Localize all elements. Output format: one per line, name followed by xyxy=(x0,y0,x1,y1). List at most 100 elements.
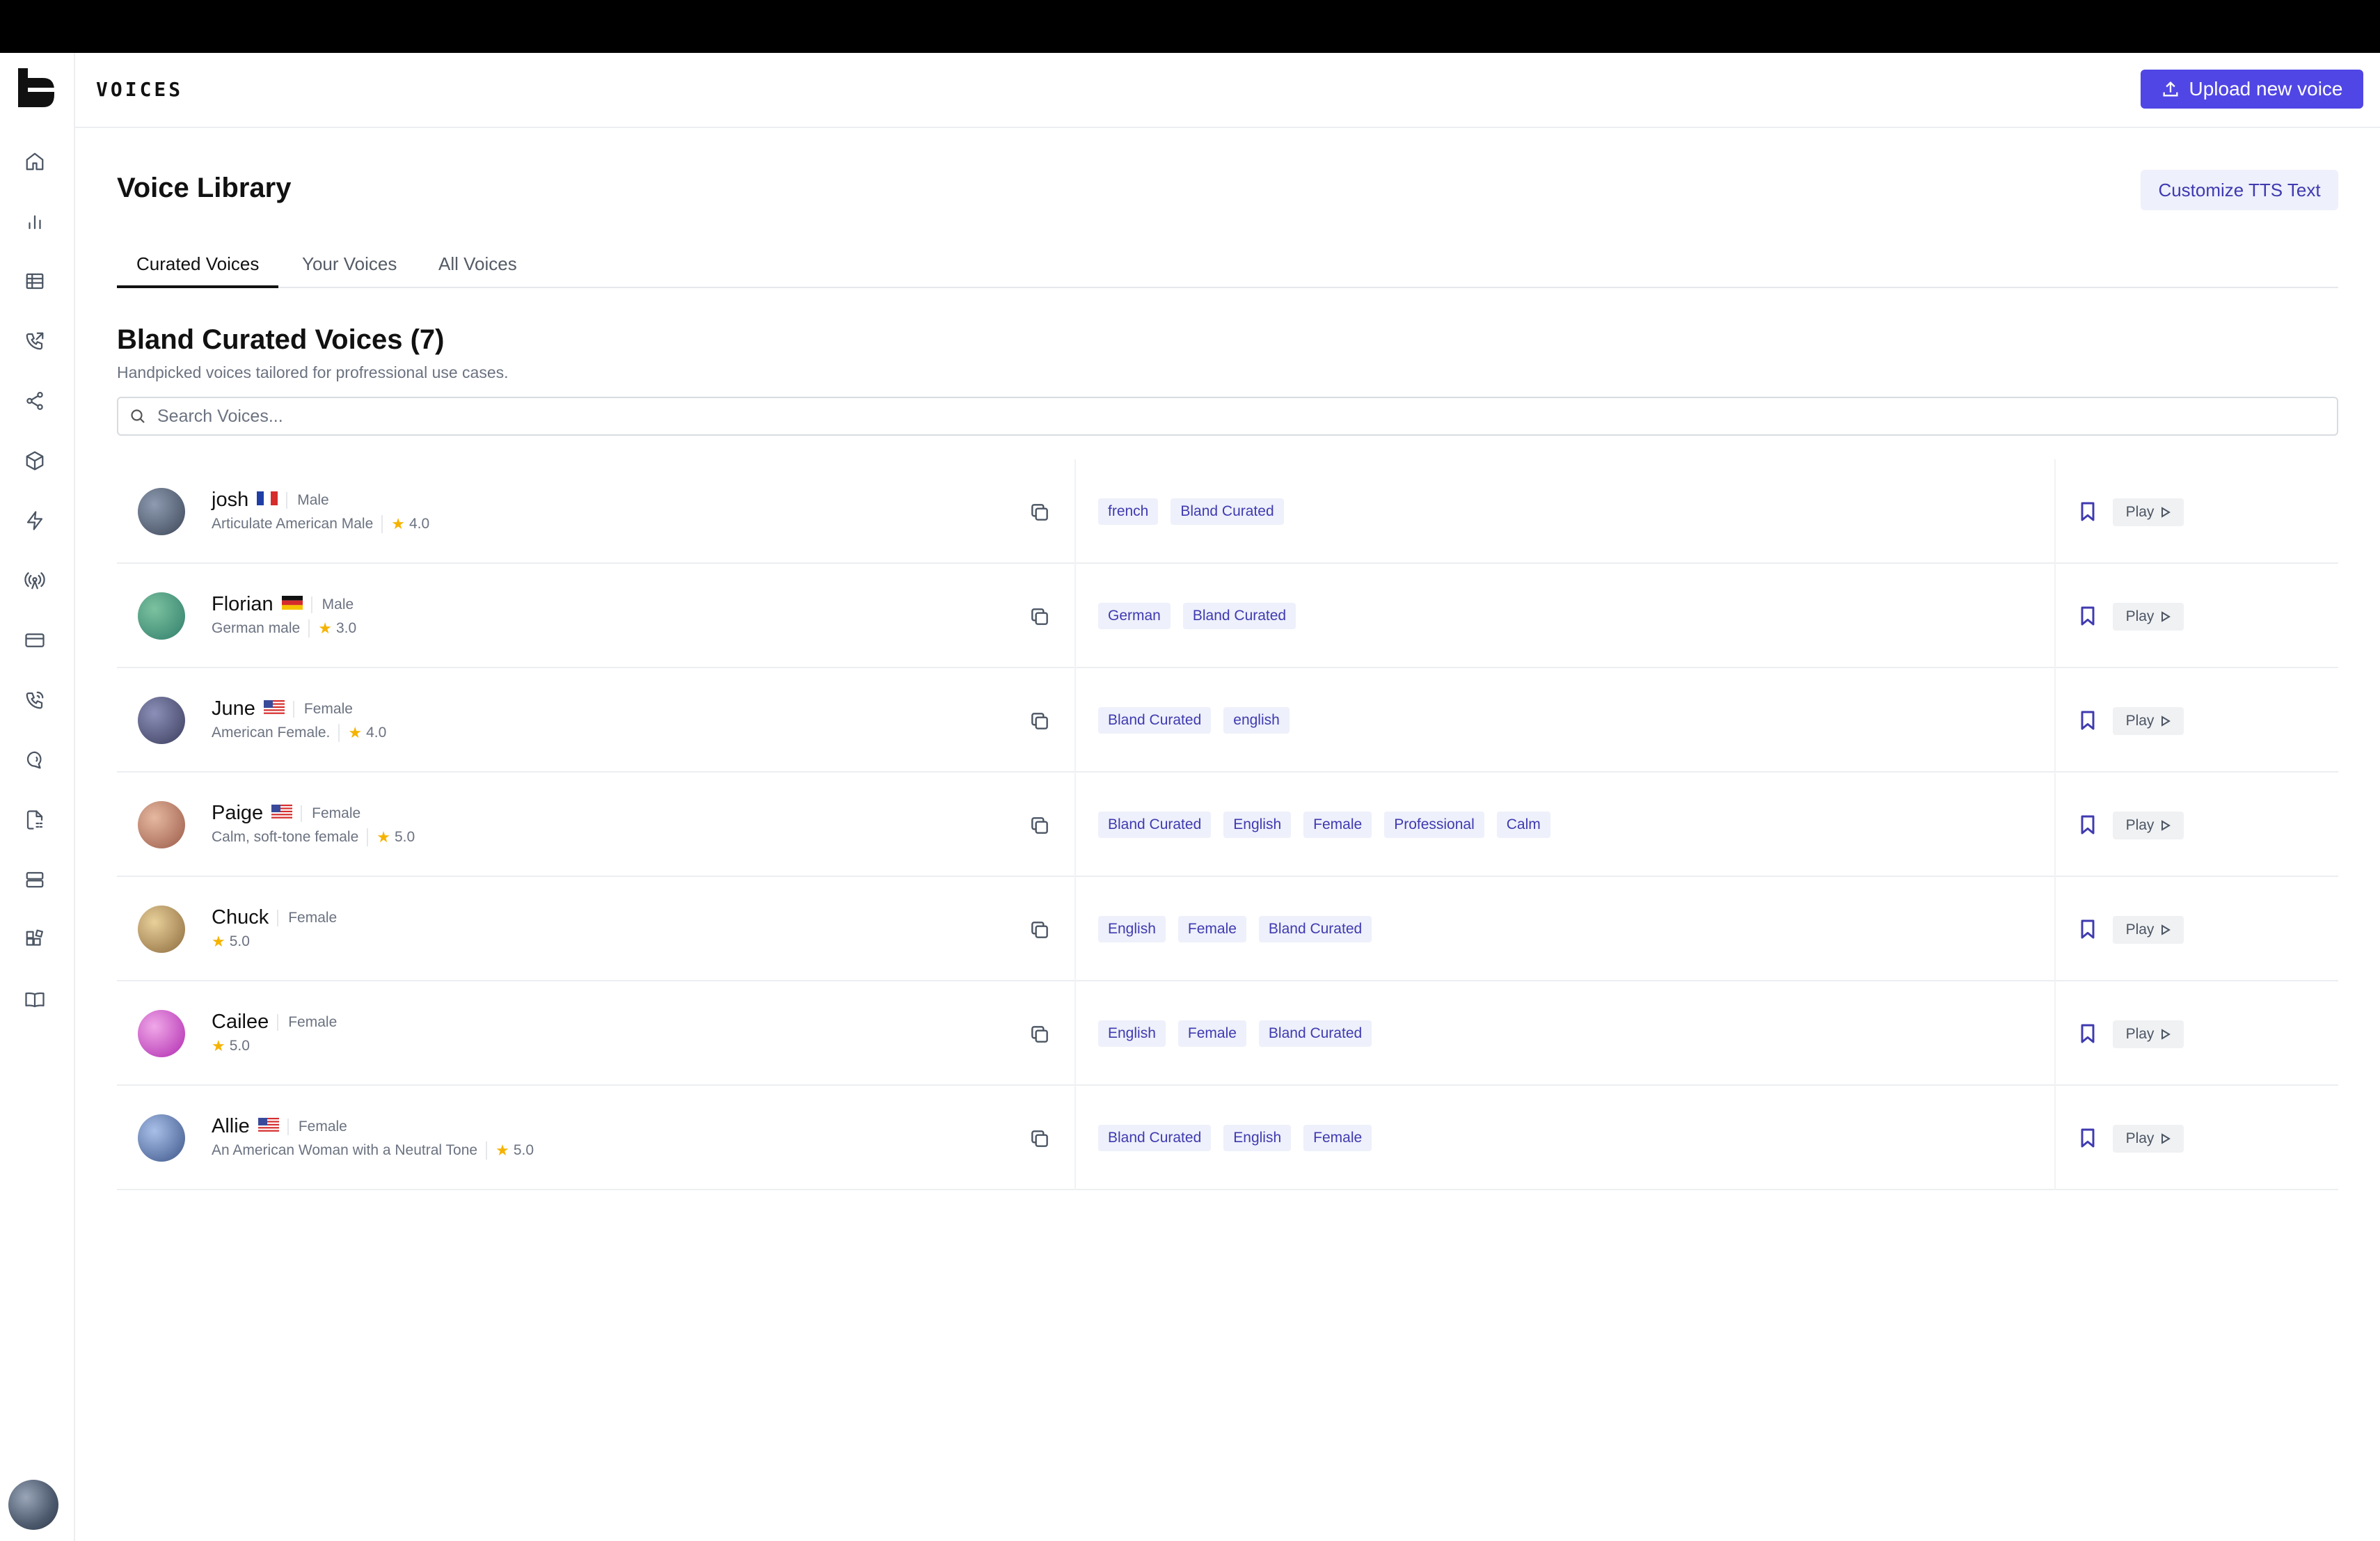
tab-all-voices[interactable]: All Voices xyxy=(438,253,517,288)
broadcast-icon[interactable] xyxy=(22,568,47,593)
copy-icon[interactable] xyxy=(1029,1023,1051,1045)
voice-gender: Female xyxy=(287,1118,347,1135)
voice-tag[interactable]: Bland Curated xyxy=(1098,812,1212,838)
voice-row-cailee[interactable]: Cailee Female ★ 5.0 English Female Bland Cu… xyxy=(117,981,2338,1086)
bar-chart-icon[interactable] xyxy=(22,209,47,234)
voice-tag[interactable]: Bland Curated xyxy=(1182,603,1296,629)
voice-tag[interactable]: Calm xyxy=(1496,812,1550,838)
star-icon: ★ xyxy=(212,933,225,950)
voice-tag[interactable]: Bland Curated xyxy=(1098,707,1212,734)
voice-tag[interactable]: Bland Curated xyxy=(1098,1125,1212,1151)
voice-tags: Bland Curated English Female xyxy=(1098,1125,1372,1151)
play-button[interactable]: Play xyxy=(2113,1020,2184,1048)
voice-tag[interactable]: English xyxy=(1223,1125,1292,1151)
credit-card-icon[interactable] xyxy=(22,628,47,653)
sidebar xyxy=(0,53,75,1541)
customize-tts-text-button[interactable]: Customize TTS Text xyxy=(2141,170,2338,210)
phone-call-icon[interactable] xyxy=(22,688,47,713)
zap-icon[interactable] xyxy=(22,508,47,533)
star-icon: ★ xyxy=(495,1141,509,1159)
play-button[interactable]: Play xyxy=(2113,812,2184,839)
bookmark-icon[interactable] xyxy=(2077,813,2100,837)
share-nodes-icon[interactable] xyxy=(22,388,47,413)
play-button[interactable]: Play xyxy=(2113,1125,2184,1153)
voice-tag[interactable]: English xyxy=(1098,916,1166,942)
box-icon[interactable] xyxy=(22,448,47,473)
play-button[interactable]: Play xyxy=(2113,707,2184,735)
search-bar xyxy=(117,397,2338,436)
voice-tag[interactable]: Bland Curated xyxy=(1258,1020,1372,1047)
voice-tag[interactable]: Female xyxy=(1177,1020,1246,1047)
play-button[interactable]: Play xyxy=(2113,603,2184,631)
voice-gender: Female xyxy=(292,700,353,718)
upload-new-voice-button[interactable]: Upload new voice xyxy=(2141,70,2363,109)
voice-description: German male xyxy=(212,620,301,636)
play-button[interactable]: Play xyxy=(2113,916,2184,944)
play-button[interactable]: Play xyxy=(2113,498,2184,526)
phone-outgoing-icon[interactable] xyxy=(22,329,47,354)
play-icon xyxy=(2161,1133,2171,1144)
voice-rating: ★ 5.0 xyxy=(212,1037,250,1055)
copy-icon[interactable] xyxy=(1029,919,1051,941)
chat-voice-icon[interactable] xyxy=(22,748,47,773)
voice-tag[interactable]: Bland Curated xyxy=(1258,916,1372,942)
home-icon[interactable] xyxy=(22,149,47,174)
voice-tag[interactable]: English xyxy=(1223,812,1292,838)
voice-name: Chuck xyxy=(212,906,269,928)
voice-avatar xyxy=(138,592,185,640)
voice-tag[interactable]: English xyxy=(1098,1020,1166,1047)
rating-value: 5.0 xyxy=(395,829,415,845)
upload-icon xyxy=(2163,81,2178,97)
play-icon xyxy=(2161,924,2171,935)
voice-name: Cailee xyxy=(212,1011,269,1033)
voice-tag[interactable]: english xyxy=(1223,707,1290,734)
bookmark-icon[interactable] xyxy=(2077,604,2100,628)
bookmark-icon[interactable] xyxy=(2077,500,2100,523)
top-header: VOICES Upload new voice xyxy=(75,53,2380,128)
play-icon xyxy=(2161,611,2171,622)
voice-tag[interactable]: french xyxy=(1098,498,1159,525)
voice-tag[interactable]: Bland Curated xyxy=(1171,498,1284,525)
table-icon[interactable] xyxy=(22,269,47,294)
voice-tag[interactable]: German xyxy=(1098,603,1171,629)
voice-tag[interactable]: Female xyxy=(1177,916,1246,942)
puzzle-blocks-icon[interactable] xyxy=(22,927,47,952)
copy-icon[interactable] xyxy=(1029,606,1051,628)
voice-row-paige[interactable]: Paige Female Calm, soft-tone female ★ 5.0… xyxy=(117,773,2338,877)
voice-tag[interactable]: Female xyxy=(1303,1125,1372,1151)
server-icon[interactable] xyxy=(22,867,47,892)
column-divider xyxy=(2054,981,2056,1086)
bookmark-icon[interactable] xyxy=(2077,1126,2100,1150)
voice-avatar xyxy=(138,488,185,535)
voice-tag[interactable]: Female xyxy=(1303,812,1372,838)
book-open-icon[interactable] xyxy=(22,987,47,1012)
copy-icon[interactable] xyxy=(1029,710,1051,732)
voice-rating: ★ 3.0 xyxy=(308,619,356,638)
search-input[interactable] xyxy=(157,406,2315,427)
voice-row-chuck[interactable]: Chuck Female ★ 5.0 English Female Bland Cur… xyxy=(117,877,2338,981)
copy-icon[interactable] xyxy=(1029,501,1051,523)
page-header-title: VOICES xyxy=(96,78,184,101)
tab-your-voices[interactable]: Your Voices xyxy=(302,253,397,288)
copy-icon[interactable] xyxy=(1029,814,1051,837)
voice-row-allie[interactable]: Allie Female An American Woman with a Ne… xyxy=(117,1086,2338,1190)
voice-row-josh[interactable]: josh Male Articulate American Male ★ 4.0 … xyxy=(117,459,2338,564)
voice-description: An American Woman with a Neutral Tone xyxy=(212,1142,478,1158)
bland-logo[interactable] xyxy=(15,67,56,109)
tab-curated-voices[interactable]: Curated Voices xyxy=(117,253,279,288)
voice-tags: English Female Bland Curated xyxy=(1098,1020,1372,1047)
voice-description: Calm, soft-tone female xyxy=(212,829,359,845)
bookmark-icon[interactable] xyxy=(2077,709,2100,732)
copy-icon[interactable] xyxy=(1029,1128,1051,1150)
voice-row-florian[interactable]: Florian Male German male ★ 3.0 German Blan… xyxy=(117,564,2338,668)
column-divider xyxy=(1074,877,1076,981)
voice-tag[interactable]: Professional xyxy=(1384,812,1484,838)
column-divider xyxy=(2054,668,2056,773)
voice-avatar xyxy=(138,697,185,744)
section-subtitle: Handpicked voices tailored for profressi… xyxy=(117,363,509,381)
bookmark-icon[interactable] xyxy=(2077,1022,2100,1045)
bookmark-icon[interactable] xyxy=(2077,917,2100,941)
file-dashed-icon[interactable] xyxy=(22,807,47,832)
voice-row-june[interactable]: June Female American Female. ★ 4.0 Bland … xyxy=(117,668,2338,773)
user-avatar[interactable] xyxy=(8,1480,58,1530)
